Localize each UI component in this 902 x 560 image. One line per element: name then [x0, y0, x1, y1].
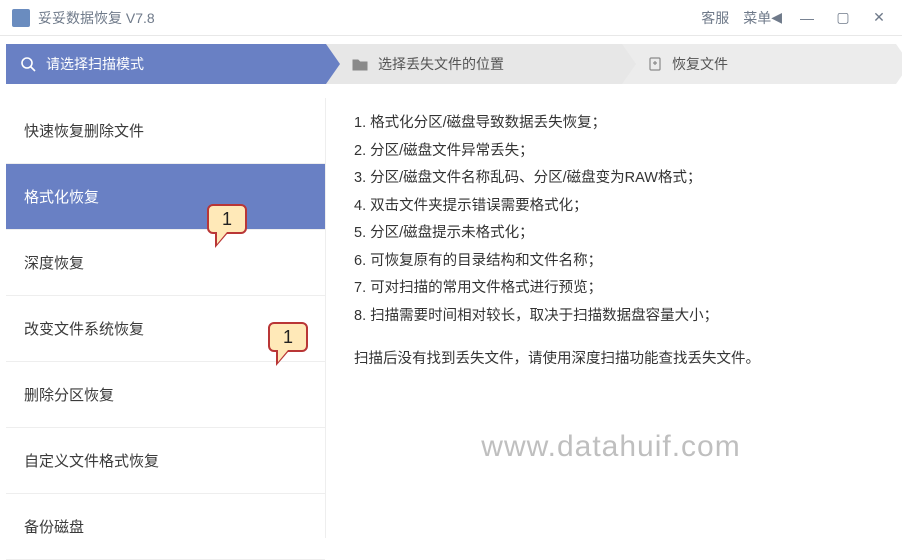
description-line: 5. 分区/磁盘提示未格式化；: [354, 220, 878, 248]
recover-icon: [648, 57, 662, 71]
menu-link[interactable]: 菜单 ◀: [743, 8, 782, 28]
customer-service-link[interactable]: 客服: [701, 8, 729, 28]
sidebar: 快速恢复删除文件 1 格式化恢复 1 深度恢复 改变文件系统恢复 删除分区恢复 …: [6, 98, 326, 538]
sidebar-item-backup-disk[interactable]: 备份磁盘: [6, 494, 325, 560]
sidebar-item-filesystem-recover[interactable]: 改变文件系统恢复: [6, 296, 325, 362]
description-line: 7. 可对扫描的常用文件格式进行预览；: [354, 275, 878, 303]
description-line: 3. 分区/磁盘文件名称乱码、分区/磁盘变为RAW格式；: [354, 165, 878, 193]
sidebar-item-label: 深度恢复: [24, 252, 84, 273]
main-panel: 1. 格式化分区/磁盘导致数据丢失恢复； 2. 分区/磁盘文件异常丢失； 3. …: [326, 98, 896, 538]
step-location[interactable]: 选择丢失文件的位置: [326, 44, 622, 84]
watermark: www.datahuif.com: [481, 418, 740, 475]
step-label: 请选择扫描模式: [46, 54, 144, 74]
description-line: 4. 双击文件夹提示错误需要格式化；: [354, 193, 878, 221]
content: 快速恢复删除文件 1 格式化恢复 1 深度恢复 改变文件系统恢复 删除分区恢复 …: [6, 98, 896, 538]
sidebar-item-label: 自定义文件格式恢复: [24, 450, 159, 471]
maximize-button[interactable]: ▢: [832, 7, 854, 29]
search-icon: [20, 56, 36, 72]
sidebar-item-custom-format[interactable]: 自定义文件格式恢复: [6, 428, 325, 494]
titlebar-right: 客服 菜单 ◀ — ▢ ✕: [701, 7, 890, 29]
sidebar-item-deep-recover[interactable]: 深度恢复: [6, 230, 325, 296]
sidebar-item-label: 删除分区恢复: [24, 384, 114, 405]
close-button[interactable]: ✕: [868, 7, 890, 29]
description-line: 2. 分区/磁盘文件异常丢失；: [354, 138, 878, 166]
sidebar-item-label: 改变文件系统恢复: [24, 318, 144, 339]
sidebar-item-format-recover[interactable]: 格式化恢复 1: [6, 164, 325, 230]
step-label: 恢复文件: [672, 54, 728, 74]
titlebar: 妥妥数据恢复 V7.8 客服 菜单 ◀ — ▢ ✕: [0, 0, 902, 36]
sidebar-item-quick-recover[interactable]: 快速恢复删除文件 1: [6, 98, 325, 164]
minimize-button[interactable]: —: [796, 7, 818, 29]
description-note: 扫描后没有找到丢失文件，请使用深度扫描功能查找丢失文件。: [354, 346, 878, 374]
sidebar-item-label: 备份磁盘: [24, 516, 84, 537]
step-recover[interactable]: 恢复文件: [622, 44, 896, 84]
sidebar-item-label: 格式化恢复: [24, 186, 99, 207]
sidebar-item-partition-recover[interactable]: 删除分区恢复: [6, 362, 325, 428]
app-title: 妥妥数据恢复 V7.8: [38, 8, 701, 28]
folder-icon: [352, 57, 368, 71]
step-scan-mode[interactable]: 请选择扫描模式: [6, 44, 326, 84]
description-line: 1. 格式化分区/磁盘导致数据丢失恢复；: [354, 110, 878, 138]
description-line: 6. 可恢复原有的目录结构和文件名称；: [354, 248, 878, 276]
sidebar-item-label: 快速恢复删除文件: [24, 120, 144, 141]
breadcrumb: 请选择扫描模式 选择丢失文件的位置 恢复文件: [6, 44, 896, 84]
step-label: 选择丢失文件的位置: [378, 54, 504, 74]
app-icon: [12, 9, 30, 27]
description-line: 8. 扫描需要时间相对较长，取决于扫描数据盘容量大小；: [354, 303, 878, 331]
